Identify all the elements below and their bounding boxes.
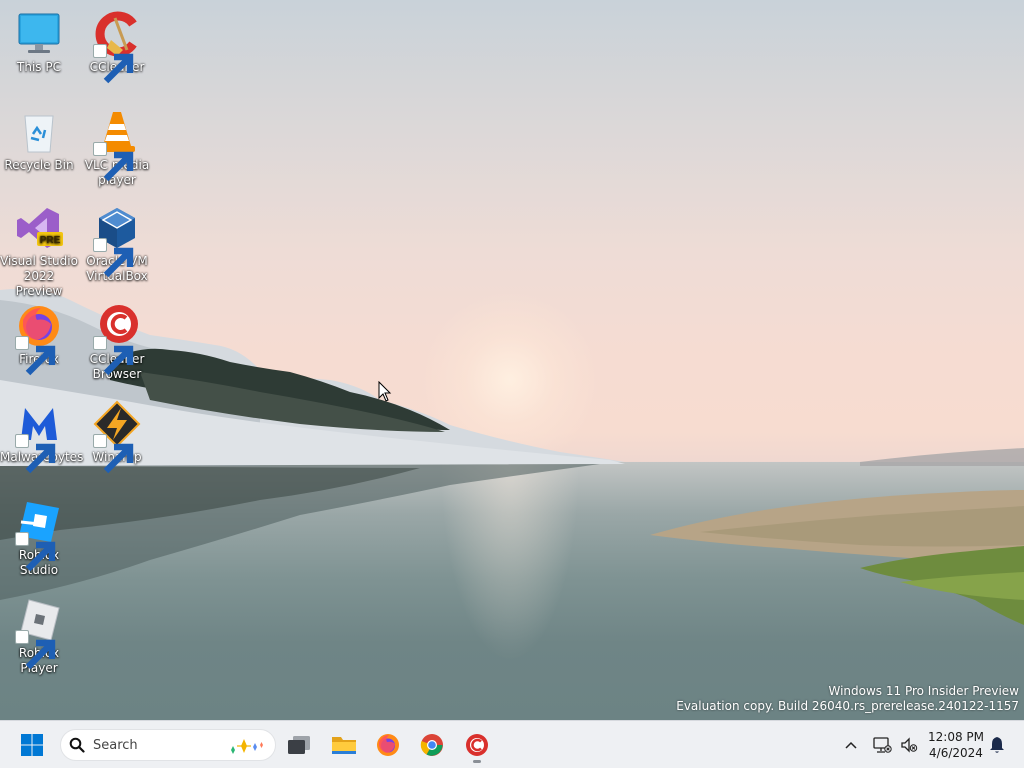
speaker-muted-icon bbox=[901, 737, 918, 753]
desktop-icon-label: This PC bbox=[17, 60, 61, 74]
search-input[interactable] bbox=[93, 737, 223, 753]
watermark-edition: Windows 11 Pro Insider Preview bbox=[828, 684, 1019, 698]
firefox-icon bbox=[377, 734, 399, 756]
volume-button[interactable] bbox=[896, 725, 922, 765]
ccleaner-browser-icon bbox=[466, 734, 488, 756]
desktop-icon-winamp[interactable]: Winamp bbox=[78, 400, 156, 474]
chrome-icon bbox=[420, 734, 443, 756]
monitor-icon bbox=[15, 10, 63, 58]
desktop-icon-ccleaner[interactable]: CCleaner bbox=[78, 10, 156, 84]
recycle-bin-icon bbox=[15, 108, 63, 156]
show-hidden-icons-button[interactable] bbox=[838, 725, 864, 765]
bell-icon bbox=[990, 737, 1004, 753]
desktop-icon-this-pc[interactable]: This PC bbox=[0, 10, 78, 75]
taskbar-ccleaner-browser[interactable] bbox=[457, 725, 497, 765]
network-disconnected-icon bbox=[873, 737, 892, 753]
shortcut-arrow-icon bbox=[15, 630, 56, 670]
shortcut-arrow-icon bbox=[93, 238, 134, 278]
desktop-icon-roblox-studio[interactable]: Roblox Studio bbox=[0, 498, 78, 578]
taskbar-search-box[interactable] bbox=[60, 729, 276, 761]
watermark-build: Evaluation copy. Build 26040.rs_prerelea… bbox=[676, 699, 1019, 713]
malwarebytes-icon bbox=[15, 400, 63, 474]
task-view-icon bbox=[288, 736, 310, 754]
task-view-button[interactable] bbox=[279, 725, 319, 765]
shortcut-arrow-icon bbox=[15, 532, 56, 572]
taskbar-chrome[interactable] bbox=[412, 725, 452, 765]
taskbar: 12:08 PM 4/6/2024 bbox=[0, 720, 1024, 768]
notifications-button[interactable] bbox=[984, 725, 1010, 765]
running-indicator bbox=[473, 760, 481, 763]
desktop-icon-firefox[interactable]: Firefox bbox=[0, 302, 78, 376]
virtualbox-icon bbox=[93, 204, 141, 278]
desktop-icon-visual-studio[interactable]: PRE Visual Studio 2022 Preview bbox=[0, 204, 78, 299]
shortcut-arrow-icon bbox=[93, 142, 134, 182]
search-highlight-sparkle-icon bbox=[231, 739, 263, 754]
search-icon bbox=[69, 737, 85, 753]
winamp-icon bbox=[93, 400, 141, 474]
desktop-icon-malwarebytes[interactable]: Malwarebytes bbox=[0, 400, 83, 474]
ccleaner-browser-icon bbox=[93, 302, 141, 376]
firefox-icon bbox=[15, 302, 63, 376]
svg-text:PRE: PRE bbox=[40, 235, 61, 246]
ccleaner-icon bbox=[93, 10, 141, 84]
mouse-pointer-icon bbox=[378, 381, 392, 402]
desktop-icon-ccleaner-browser[interactable]: CCleaner Browser bbox=[78, 302, 156, 382]
network-status-button[interactable] bbox=[868, 725, 896, 765]
vlc-icon bbox=[93, 108, 141, 182]
roblox-studio-icon bbox=[15, 498, 63, 572]
taskbar-file-explorer[interactable] bbox=[324, 725, 364, 765]
clock-date: 4/6/2024 bbox=[929, 746, 983, 760]
desktop-icon-recycle-bin[interactable]: Recycle Bin bbox=[0, 108, 78, 173]
desktop-icon-label: Visual Studio 2022 Preview bbox=[0, 254, 78, 298]
shortcut-arrow-icon bbox=[93, 336, 134, 376]
taskbar-clock[interactable]: 12:08 PM 4/6/2024 bbox=[922, 729, 990, 761]
clock-time: 12:08 PM bbox=[928, 730, 984, 744]
chevron-up-icon bbox=[845, 741, 857, 749]
shortcut-arrow-icon bbox=[93, 434, 134, 474]
windows-build-watermark: Windows 11 Pro Insider Preview Evaluatio… bbox=[676, 684, 1019, 714]
desktop-icon-roblox-player[interactable]: Roblox Player bbox=[0, 596, 78, 676]
desktop-icon-label: Recycle Bin bbox=[4, 158, 74, 172]
desktop-icon-vlc-media-player[interactable]: VLC media player bbox=[78, 108, 156, 188]
start-button[interactable] bbox=[12, 725, 52, 765]
desktop-icon-virtualbox[interactable]: Oracle VM VirtualBox bbox=[78, 204, 156, 284]
windows-logo-icon bbox=[21, 734, 43, 756]
taskbar-firefox[interactable] bbox=[368, 725, 408, 765]
folder-icon bbox=[332, 737, 356, 754]
shortcut-arrow-icon bbox=[93, 44, 134, 84]
roblox-player-icon bbox=[15, 596, 63, 670]
shortcut-arrow-icon bbox=[15, 434, 56, 474]
visual-studio-icon: PRE bbox=[15, 204, 63, 252]
shortcut-arrow-icon bbox=[15, 336, 56, 376]
